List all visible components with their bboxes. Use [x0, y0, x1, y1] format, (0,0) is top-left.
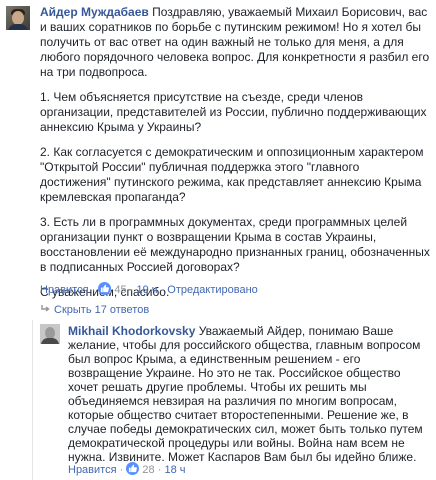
thumbs-up-icon[interactable]: [98, 282, 112, 295]
timestamp[interactable]: 18 ч: [164, 464, 185, 476]
arrow-return-icon: [40, 304, 50, 316]
reply-actions: Нравится · 28 · 18 ч: [68, 462, 185, 476]
hide-replies-label[interactable]: Скрыть 17 ответов: [54, 304, 149, 316]
comment-paragraph: 1. Чем объясняется присутствие на съезде…: [40, 90, 430, 134]
like-count[interactable]: 45: [114, 284, 126, 296]
separator: ·: [129, 284, 134, 296]
timestamp[interactable]: 19 ч: [136, 284, 157, 296]
reply-author[interactable]: Mikhail Khodorkovsky: [68, 324, 195, 338]
thumbs-up-icon[interactable]: [126, 462, 140, 475]
avatar[interactable]: [40, 324, 60, 344]
avatar[interactable]: [6, 6, 30, 30]
like-button[interactable]: Нравится: [68, 464, 117, 476]
separator: ·: [157, 464, 162, 476]
comment-paragraph: 3. Есть ли в программных документах, сре…: [40, 215, 434, 274]
comment-author[interactable]: Айдер Муждабаев: [40, 5, 149, 19]
separator: ·: [160, 284, 165, 296]
comment-paragraph: 2. Как согласуется с демократическим и о…: [40, 145, 427, 204]
separator: ·: [119, 464, 124, 476]
hide-replies-toggle[interactable]: Скрыть 17 ответов: [40, 304, 149, 316]
like-count[interactable]: 28: [142, 464, 154, 476]
reply-comment: Mikhail Khodorkovsky Уважаемый Айдер, по…: [68, 324, 432, 464]
separator: ·: [91, 284, 96, 296]
comment: Айдер Муждабаев Поздравляю, уважаемый Ми…: [40, 5, 432, 310]
comment-actions: Нравится · 45 · 19 ч · Отредактировано: [40, 282, 258, 296]
edited-label[interactable]: Отредактировано: [167, 284, 258, 296]
reply-text: Уважаемый Айдер, понимаю Ваше желание, ч…: [68, 324, 426, 464]
thread-line: [32, 320, 33, 480]
like-button[interactable]: Нравится: [40, 284, 89, 296]
